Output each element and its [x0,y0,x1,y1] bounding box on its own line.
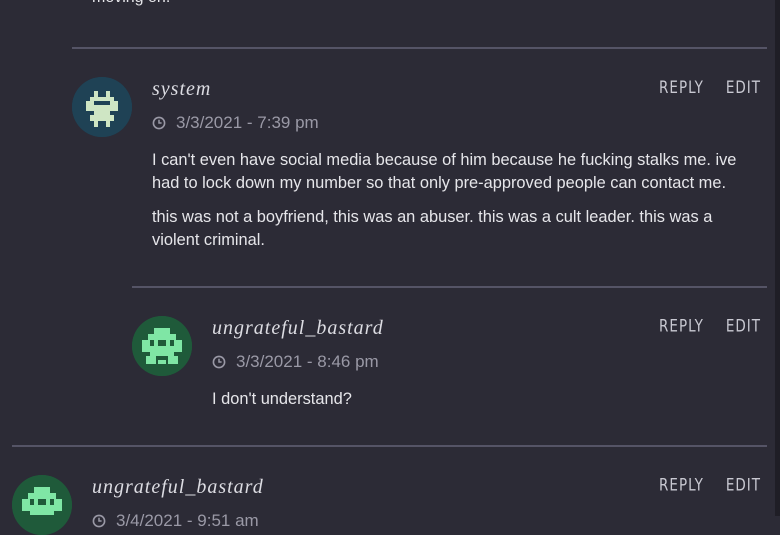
reply-button[interactable]: Reply [659,77,704,98]
comment-actions: Reply Edit [659,475,761,496]
comment-paragraph: I can't even have social media because o… [152,151,737,192]
pixel-monster-icon [132,316,192,376]
clock-icon [152,116,166,130]
comment-divider [132,286,767,288]
comment-actions: Reply Edit [659,316,761,337]
edit-button[interactable]: Edit [726,77,761,98]
comment-paragraph: this was not a boyfriend, this was an ab… [152,208,713,249]
clock-icon [212,355,226,369]
previous-comment-text: moving on. [92,0,170,8]
comment-paragraph: I don't understand? [212,390,352,408]
edit-button[interactable]: Edit [726,316,761,337]
comment-meta: 3/4/2021 - 9:51 am [92,511,259,531]
comment-divider [12,445,767,447]
comment-actions: Reply Edit [659,77,761,98]
comment-timestamp: 3/3/2021 - 8:46 pm [236,352,379,371]
comment-divider [72,47,767,49]
comment-body: I can't even have social media because o… [152,149,764,263]
reply-button[interactable]: Reply [659,316,704,337]
edit-button[interactable]: Edit [726,475,761,496]
comment-timestamp: 3/3/2021 - 7:39 pm [176,113,319,132]
comment-author[interactable]: ungrateful_bastard [212,317,384,340]
pixel-monster-icon [12,475,72,535]
pixel-monster-icon [72,77,132,137]
avatar[interactable] [72,77,132,137]
clock-icon [92,514,106,528]
comment-meta: 3/3/2021 - 7:39 pm [152,113,319,133]
comment-meta: 3/3/2021 - 8:46 pm [212,352,379,372]
comment-author[interactable]: system [152,78,211,101]
comment-timestamp: 3/4/2021 - 9:51 am [116,511,259,530]
avatar[interactable] [132,316,192,376]
comment-author[interactable]: ungrateful_bastard [92,476,264,499]
comment-body: I don't understand? [212,388,764,422]
comment-thread: moving on. system 3/3/ [0,0,775,535]
avatar[interactable] [12,475,72,535]
scroll-edge [775,0,780,516]
reply-button[interactable]: Reply [659,475,704,496]
